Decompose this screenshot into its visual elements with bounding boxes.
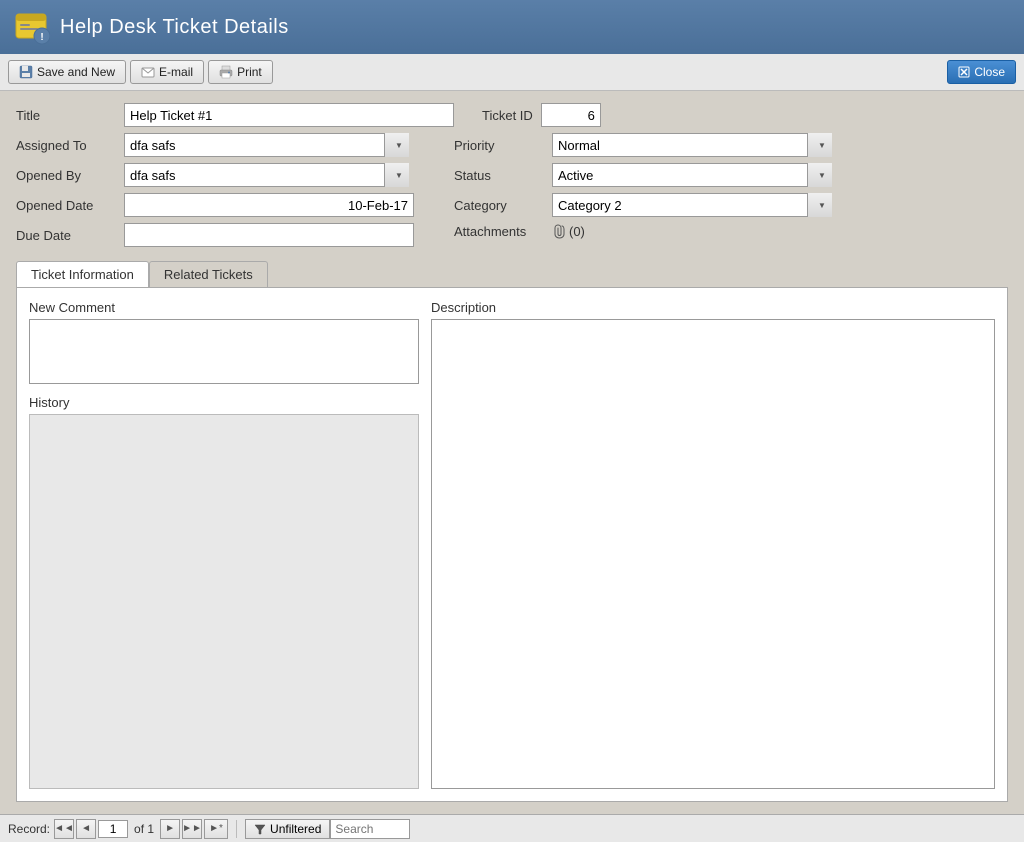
toolbar: Save and New E-mail Print Close bbox=[0, 54, 1024, 91]
app-icon: ! bbox=[12, 8, 50, 46]
opened-date-input[interactable] bbox=[124, 193, 414, 217]
left-panel: New Comment History bbox=[29, 300, 419, 789]
tabs-container: Ticket Information Related Tickets New C… bbox=[16, 259, 1008, 802]
status-select[interactable]: Active Closed Pending Resolved bbox=[552, 163, 832, 187]
nav-prev-button[interactable]: ◄ bbox=[76, 819, 96, 839]
attachments-row: Attachments (0) bbox=[454, 223, 832, 239]
app-header: ! Help Desk Ticket Details bbox=[0, 0, 1024, 54]
history-box bbox=[29, 414, 419, 789]
assigned-to-row: Assigned To dfa safs Admin User 1 bbox=[16, 133, 414, 157]
new-comment-label: New Comment bbox=[29, 300, 419, 315]
form-cols: Assigned To dfa safs Admin User 1 Opened… bbox=[16, 133, 1008, 247]
title-label: Title bbox=[16, 108, 116, 123]
nav-first-button[interactable]: ◄◄ bbox=[54, 819, 74, 839]
priority-select[interactable]: Normal Low High Critical bbox=[552, 133, 832, 157]
new-comment-textarea[interactable] bbox=[29, 319, 419, 384]
tab-related-tickets[interactable]: Related Tickets bbox=[149, 261, 268, 287]
opened-by-select-wrapper[interactable]: dfa safs Admin bbox=[124, 163, 409, 187]
priority-label: Priority bbox=[454, 138, 544, 153]
ticket-id-input[interactable] bbox=[541, 103, 601, 127]
due-date-row: Due Date bbox=[16, 223, 414, 247]
category-label: Category bbox=[454, 198, 544, 213]
priority-row: Priority Normal Low High Critical bbox=[454, 133, 832, 157]
paperclip-icon bbox=[552, 223, 566, 239]
app-title: Help Desk Ticket Details bbox=[60, 16, 289, 39]
due-date-input[interactable] bbox=[124, 223, 414, 247]
title-row: Title Ticket ID bbox=[16, 103, 1008, 127]
assigned-to-select-wrapper[interactable]: dfa safs Admin User 1 bbox=[124, 133, 409, 157]
tab-content: New Comment History Description bbox=[16, 287, 1008, 802]
attachments-label: Attachments bbox=[454, 224, 544, 239]
main-content: Title Ticket ID Assigned To dfa safs Adm… bbox=[0, 91, 1024, 814]
status-row: Status Active Closed Pending Resolved bbox=[454, 163, 832, 187]
email-button[interactable]: E-mail bbox=[130, 60, 204, 84]
search-input[interactable] bbox=[330, 819, 410, 839]
history-label: History bbox=[29, 395, 419, 410]
record-total: of 1 bbox=[134, 822, 154, 836]
record-current-input[interactable] bbox=[98, 820, 128, 838]
filter-icon bbox=[254, 823, 266, 835]
due-date-label: Due Date bbox=[16, 228, 116, 243]
history-section: History bbox=[29, 395, 419, 789]
status-label: Status bbox=[454, 168, 544, 183]
nav-next-button[interactable]: ► bbox=[160, 819, 180, 839]
save-and-new-button[interactable]: Save and New bbox=[8, 60, 126, 84]
print-button[interactable]: Print bbox=[208, 60, 273, 84]
nav-last-button[interactable]: ►► bbox=[182, 819, 202, 839]
form-area: Title Ticket ID Assigned To dfa safs Adm… bbox=[16, 103, 1008, 247]
right-panel: Description bbox=[431, 300, 995, 789]
status-divider bbox=[236, 820, 237, 838]
status-bar: Record: ◄◄ ◄ of 1 ► ►► ►* Unfiltered bbox=[0, 814, 1024, 842]
close-button[interactable]: Close bbox=[947, 60, 1016, 84]
email-icon bbox=[141, 65, 155, 79]
title-input[interactable] bbox=[124, 103, 454, 127]
category-select-wrapper[interactable]: Category 2 Category 1 Category 3 bbox=[552, 193, 832, 217]
description-textarea[interactable] bbox=[431, 319, 995, 789]
tab-ticket-information[interactable]: Ticket Information bbox=[16, 261, 149, 287]
category-row: Category Category 2 Category 1 Category … bbox=[454, 193, 832, 217]
print-icon bbox=[219, 65, 233, 79]
opened-by-select[interactable]: dfa safs Admin bbox=[124, 163, 409, 187]
ticket-id-label: Ticket ID bbox=[482, 108, 533, 123]
opened-by-label: Opened By bbox=[16, 168, 116, 183]
left-col: Assigned To dfa safs Admin User 1 Opened… bbox=[16, 133, 414, 247]
description-label: Description bbox=[431, 300, 995, 315]
tabs-header: Ticket Information Related Tickets bbox=[16, 259, 1008, 287]
opened-date-row: Opened Date bbox=[16, 193, 414, 217]
new-comment-section: New Comment bbox=[29, 300, 419, 387]
unfiltered-button[interactable]: Unfiltered bbox=[245, 819, 330, 839]
svg-text:!: ! bbox=[40, 32, 43, 43]
priority-select-wrapper[interactable]: Normal Low High Critical bbox=[552, 133, 832, 157]
close-icon bbox=[958, 66, 970, 78]
status-select-wrapper[interactable]: Active Closed Pending Resolved bbox=[552, 163, 832, 187]
nav-new-button[interactable]: ►* bbox=[204, 819, 228, 839]
navigation-controls: ◄◄ ◄ of 1 ► ►► ►* bbox=[54, 819, 228, 839]
save-icon bbox=[19, 65, 33, 79]
attachments-value: (0) bbox=[552, 223, 585, 239]
assigned-to-select[interactable]: dfa safs Admin User 1 bbox=[124, 133, 409, 157]
category-select[interactable]: Category 2 Category 1 Category 3 bbox=[552, 193, 832, 217]
record-prefix: Record: bbox=[8, 822, 50, 836]
opened-by-row: Opened By dfa safs Admin bbox=[16, 163, 414, 187]
opened-date-label: Opened Date bbox=[16, 198, 116, 213]
right-col: Priority Normal Low High Critical Status bbox=[454, 133, 832, 247]
assigned-to-label: Assigned To bbox=[16, 138, 116, 153]
